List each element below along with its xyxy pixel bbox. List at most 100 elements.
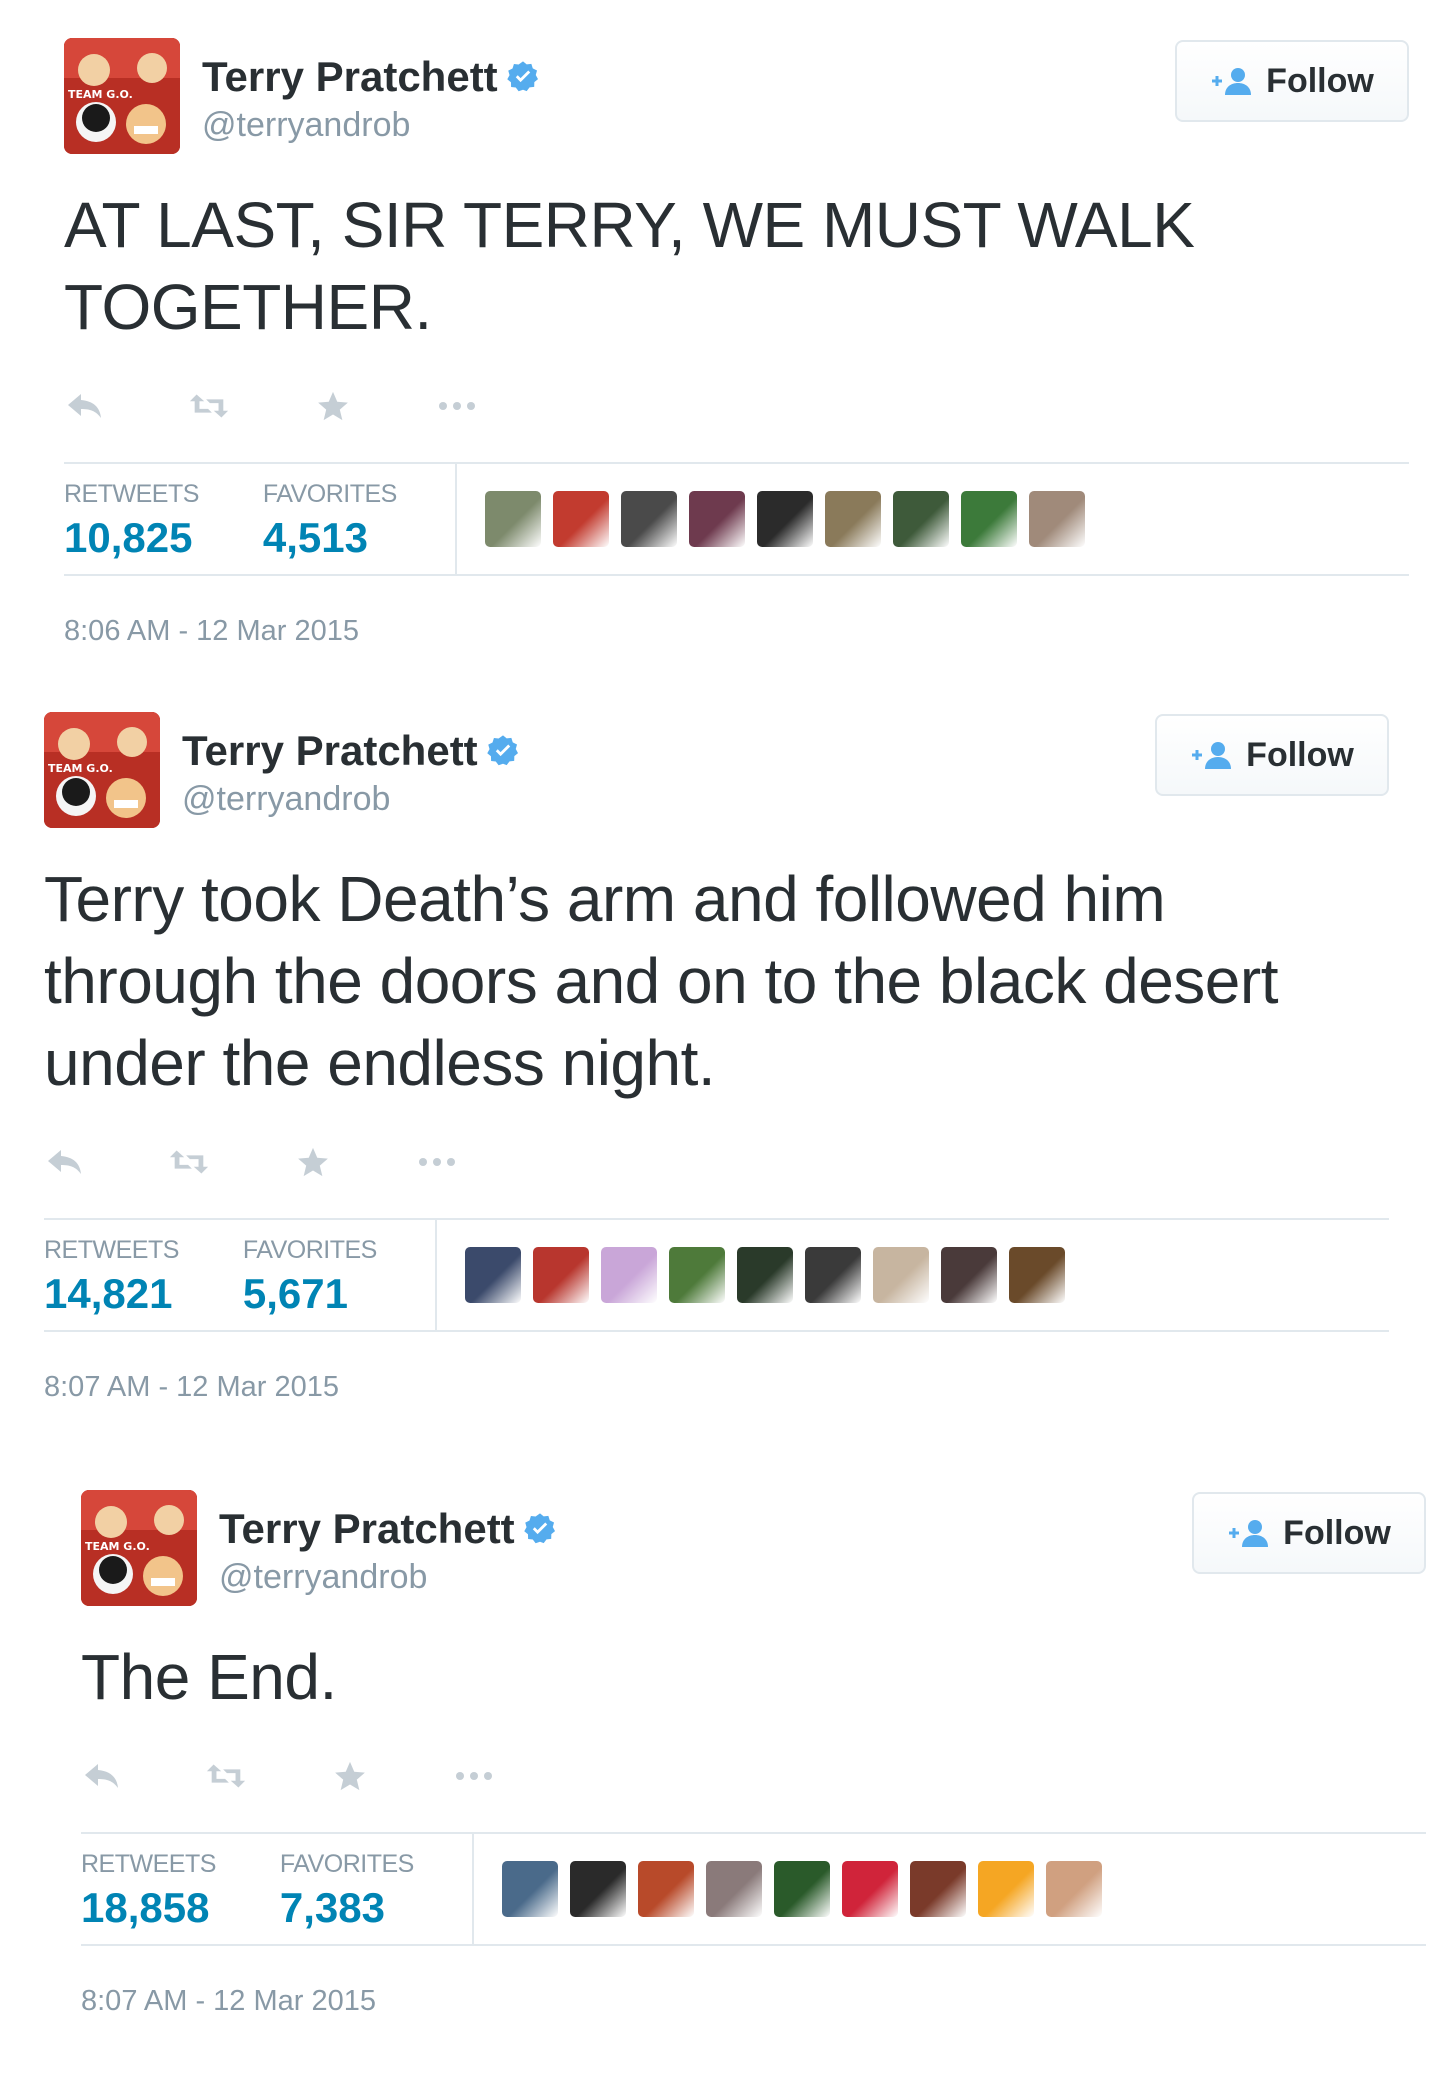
- author: Terry Pratchett @terryandrob: [202, 52, 540, 146]
- favoriter-avatar[interactable]: [533, 1247, 589, 1303]
- favoriter-avatar[interactable]: [805, 1247, 861, 1303]
- verified-badge-icon: [523, 1512, 557, 1546]
- reply-icon[interactable]: [81, 1755, 123, 1797]
- more-icon[interactable]: [416, 1141, 458, 1183]
- reply-icon[interactable]: [64, 385, 106, 427]
- favorites-label: FAVORITES: [262, 480, 397, 508]
- tweet-header: TEAM G.O. Terry Pratchett @terryandrob F…: [44, 712, 1389, 830]
- follow-label: Follow: [1246, 735, 1354, 774]
- author-name-row: Terry Pratchett: [182, 726, 520, 776]
- more-icon[interactable]: [453, 1755, 495, 1797]
- favorites-count: 5,671: [242, 1270, 349, 1317]
- author-handle[interactable]: @terryandrob: [202, 104, 540, 146]
- favoriter-avatar[interactable]: [873, 1247, 929, 1303]
- stats-bar: RETWEETS 14,821 FAVORITES 5,671: [44, 1218, 1389, 1332]
- favorites-stat[interactable]: FAVORITES 4,513: [263, 480, 397, 564]
- favoriter-avatar[interactable]: [601, 1247, 657, 1303]
- retweets-stat[interactable]: RETWEETS 18,858: [81, 1850, 216, 1934]
- favoriter-avatar[interactable]: [1029, 491, 1085, 547]
- favorites-label: FAVORITES: [242, 1236, 377, 1264]
- favoriter-avatar[interactable]: [825, 491, 881, 547]
- favoriter-avatar[interactable]: [737, 1247, 793, 1303]
- stats-counts: RETWEETS 10,825 FAVORITES 4,513: [64, 464, 457, 574]
- favoriter-avatar[interactable]: [774, 1861, 830, 1917]
- author: Terry Pratchett @terryandrob: [182, 726, 520, 820]
- verified-badge-icon: [486, 734, 520, 768]
- author-name-row: Terry Pratchett: [202, 52, 540, 102]
- favoriter-avatar[interactable]: [638, 1861, 694, 1917]
- favoriter-avatar[interactable]: [570, 1861, 626, 1917]
- favorites-stat[interactable]: FAVORITES 7,383: [280, 1850, 414, 1934]
- follow-button[interactable]: Follow: [1175, 40, 1409, 122]
- favoriter-avatars: [437, 1220, 1065, 1330]
- tweet-timestamp[interactable]: 8:07 AM - 12 Mar 2015: [81, 1984, 1426, 2018]
- author-name[interactable]: Terry Pratchett: [202, 52, 498, 102]
- favoriter-avatar[interactable]: [1046, 1861, 1102, 1917]
- favoriter-avatar[interactable]: [485, 491, 541, 547]
- favorites-count: 7,383: [279, 1884, 386, 1931]
- follow-button[interactable]: Follow: [1155, 714, 1389, 796]
- retweet-icon[interactable]: [188, 385, 230, 427]
- tweet-header: TEAM G.O. Terry Pratchett @terryandrob F…: [81, 1490, 1426, 1608]
- favoriter-avatar[interactable]: [842, 1861, 898, 1917]
- author-avatar[interactable]: TEAM G.O.: [44, 712, 160, 828]
- author-handle[interactable]: @terryandrob: [182, 778, 520, 820]
- favorite-icon[interactable]: [312, 385, 354, 427]
- favoriter-avatar[interactable]: [553, 491, 609, 547]
- avatar-logo-text: TEAM G.O.: [48, 762, 113, 775]
- favorites-count: 4,513: [262, 514, 369, 561]
- follow-label: Follow: [1283, 1513, 1391, 1552]
- favoriter-avatar[interactable]: [502, 1861, 558, 1917]
- retweets-count: 10,825: [64, 514, 193, 561]
- favoriter-avatar[interactable]: [465, 1247, 521, 1303]
- retweets-stat[interactable]: RETWEETS 14,821: [44, 1236, 179, 1320]
- tweet-actions: [81, 1746, 1426, 1806]
- verified-badge-icon: [506, 60, 540, 94]
- favoriter-avatars: [474, 1834, 1102, 1944]
- retweet-icon[interactable]: [205, 1755, 247, 1797]
- author-avatar[interactable]: TEAM G.O.: [81, 1490, 197, 1606]
- favoriter-avatar[interactable]: [941, 1247, 997, 1303]
- favoriter-avatar[interactable]: [757, 491, 813, 547]
- stats-counts: RETWEETS 14,821 FAVORITES 5,671: [44, 1220, 437, 1330]
- favoriter-avatar[interactable]: [621, 491, 677, 547]
- favorite-icon[interactable]: [329, 1755, 371, 1797]
- favorite-icon[interactable]: [292, 1141, 334, 1183]
- favoriter-avatar[interactable]: [978, 1861, 1034, 1917]
- author-avatar[interactable]: TEAM G.O.: [64, 38, 180, 154]
- avatar-logo-text: TEAM G.O.: [68, 88, 133, 101]
- favoriter-avatar[interactable]: [1009, 1247, 1065, 1303]
- retweets-label: RETWEETS: [64, 480, 199, 508]
- tweet-2: TEAM G.O. Terry Pratchett @terryandrob F…: [44, 712, 1389, 1404]
- favoriter-avatar[interactable]: [961, 491, 1017, 547]
- retweet-icon[interactable]: [168, 1141, 210, 1183]
- favoriter-avatar[interactable]: [669, 1247, 725, 1303]
- favoriter-avatar[interactable]: [893, 491, 949, 547]
- tweet-text: Terry took Death’s arm and followed him …: [44, 863, 1278, 1099]
- favorites-label: FAVORITES: [279, 1850, 414, 1878]
- tweet-3: TEAM G.O. Terry Pratchett @terryandrob F…: [81, 1490, 1426, 2018]
- author-name[interactable]: Terry Pratchett: [182, 726, 478, 776]
- favorites-stat[interactable]: FAVORITES 5,671: [243, 1236, 377, 1320]
- favoriter-avatar[interactable]: [706, 1861, 762, 1917]
- author: Terry Pratchett @terryandrob: [219, 1504, 557, 1598]
- favoriter-avatar[interactable]: [689, 491, 745, 547]
- tweet-actions: [44, 1132, 1389, 1192]
- author-handle[interactable]: @terryandrob: [219, 1556, 557, 1598]
- tweet-timestamp[interactable]: 8:07 AM - 12 Mar 2015: [44, 1370, 1389, 1404]
- retweets-stat[interactable]: RETWEETS 10,825: [64, 480, 199, 564]
- tweet-text: The End.: [81, 1641, 337, 1713]
- retweets-count: 18,858: [81, 1884, 210, 1931]
- tweet-timestamp[interactable]: 8:06 AM - 12 Mar 2015: [64, 614, 1409, 648]
- more-icon[interactable]: [436, 385, 478, 427]
- avatar-logo-text: TEAM G.O.: [85, 1540, 150, 1553]
- follow-button[interactable]: Follow: [1192, 1492, 1426, 1574]
- retweets-label: RETWEETS: [44, 1236, 179, 1264]
- retweets-label: RETWEETS: [81, 1850, 216, 1878]
- retweets-count: 14,821: [44, 1270, 173, 1317]
- author-name[interactable]: Terry Pratchett: [219, 1504, 515, 1554]
- reply-icon[interactable]: [44, 1141, 86, 1183]
- favoriter-avatar[interactable]: [910, 1861, 966, 1917]
- stats-bar: RETWEETS 10,825 FAVORITES 4,513: [64, 462, 1409, 576]
- tweet-actions: [64, 376, 1409, 436]
